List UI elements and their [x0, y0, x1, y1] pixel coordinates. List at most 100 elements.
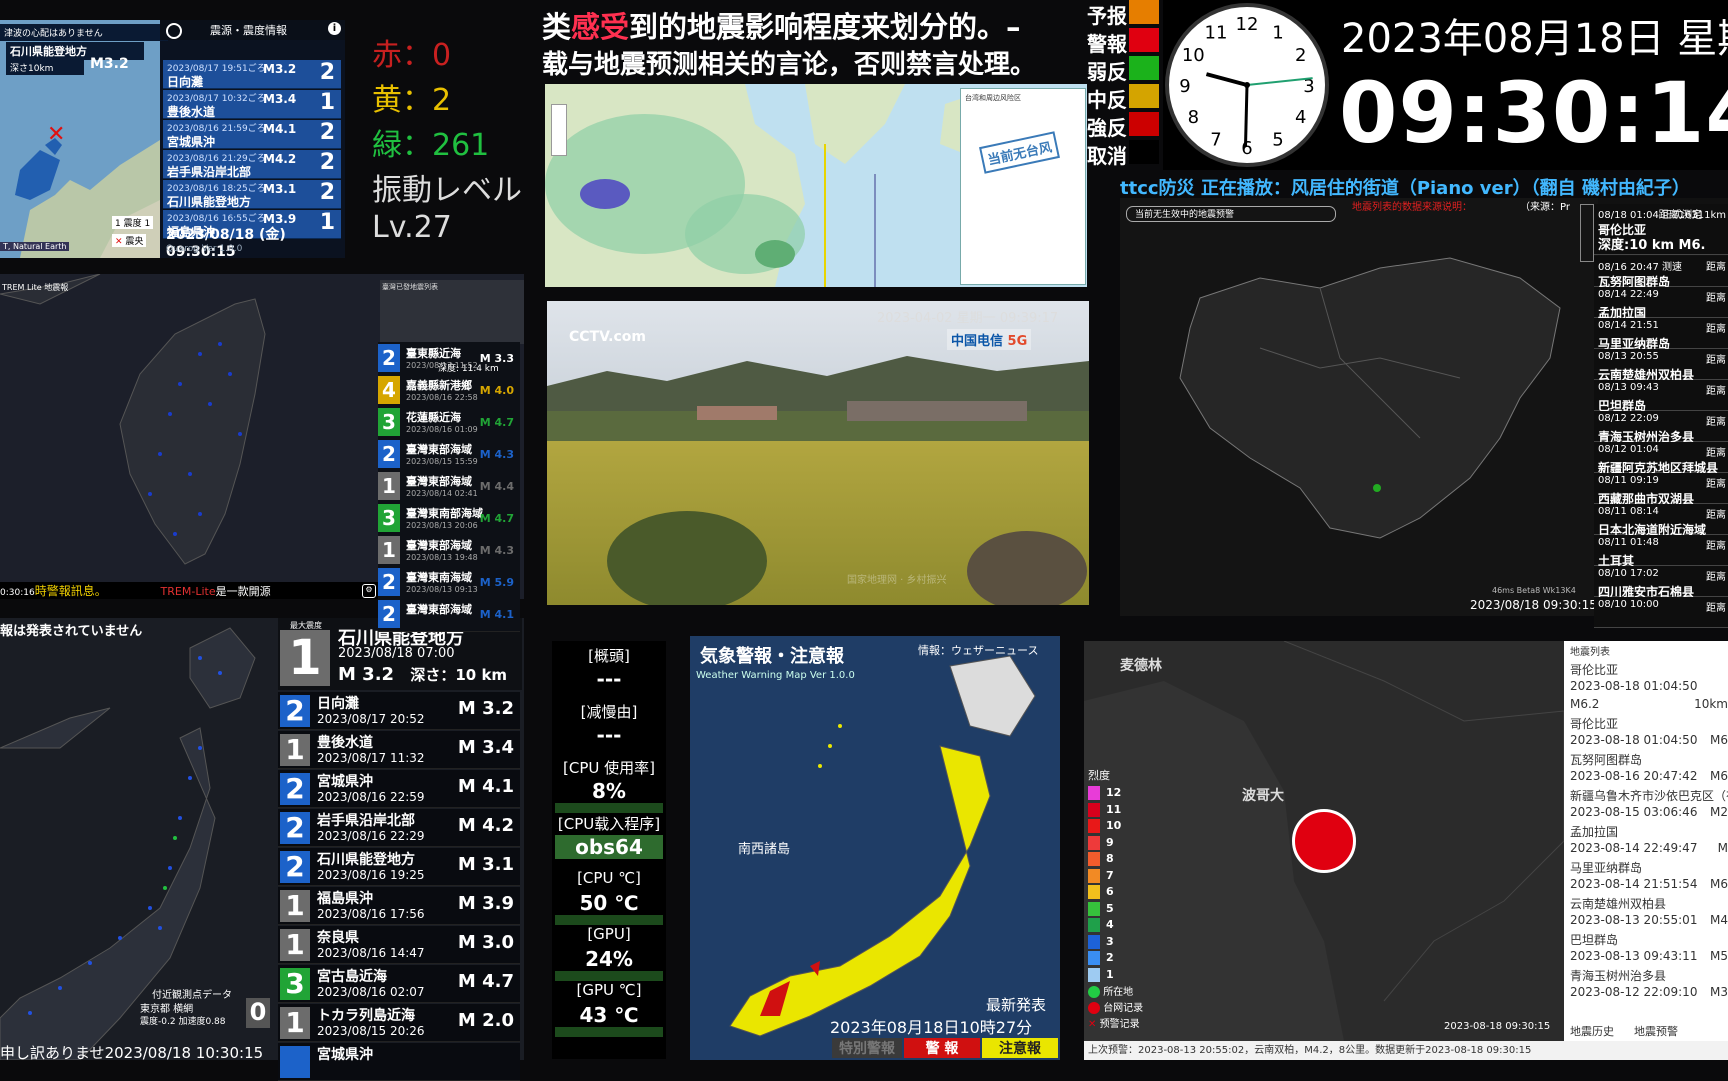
china-item-time: 08/11 01:48: [1598, 537, 1659, 548]
china-item-distance: 距离: [1706, 510, 1726, 521]
taiwan-list-item[interactable]: 1 臺灣東部海域 2023/08/13 19:48 M 4.3: [378, 534, 520, 568]
quarog-item-shindo: 2: [319, 180, 335, 205]
ticker-line-1: 类感受到的地震影响程度来划分的。–: [542, 10, 1021, 44]
china-list-item[interactable]: 08/14 21:51 马里亚纳群岛 距离: [1594, 318, 1728, 351]
history-list-item[interactable]: 2023-08-12 22:09:10 M3: [1570, 985, 1728, 1003]
history-map-time: 2023-08-18 09:30:15: [1444, 1021, 1551, 1032]
quarog-list-item[interactable]: 2023/08/16 18:25ごろ 石川県能登地方 M3.1 2: [163, 180, 341, 209]
taiwan-list-item[interactable]: 4 嘉義縣新港鄉 2023/08/16 22:58 M 4.0: [378, 374, 520, 408]
jp-list-item[interactable]: 2 石川県能登地方 2023/08/16 19:25 M 3.1: [278, 848, 520, 886]
china-side-controls[interactable]: [1580, 204, 1594, 262]
stat-label: [CPU ℃]: [577, 869, 641, 887]
taiwan-item-place: 臺灣東南海域: [406, 571, 472, 584]
quarog-list-item[interactable]: 2023/08/17 10:32ごろ 豊後水道 M3.4 1: [163, 90, 341, 119]
jp-list-item[interactable]: 2 岩手県沿岸北部 2023/08/16 22:29 M 4.2: [278, 809, 520, 847]
jp-item-shindo: 1: [280, 734, 310, 766]
taiwan-list-item[interactable]: 3 臺灣東南部海域 2023/08/13 20:06 M 4.7: [378, 502, 520, 536]
quarog-list-item[interactable]: 2023/08/17 19:51ごろ 日向灘 M3.2 2: [163, 60, 341, 89]
taiwan-settings-icon[interactable]: ⚙: [362, 584, 376, 598]
history-list-item[interactable]: 云南楚雄州双柏县: [1570, 895, 1728, 913]
quarog-item-shindo: 1: [319, 90, 335, 115]
jp-list-item[interactable]: 2 宮城県沖 2023/08/16 22:59 M 4.1: [278, 770, 520, 808]
history-list-item[interactable]: 2023-08-15 03:06:46 M2: [1570, 805, 1728, 823]
taiwan-list-item[interactable]: 2 臺東縣近海 2023/08/17 11:52 M 3.3 深度: 11.4 km: [378, 342, 520, 376]
taiwan-list-item[interactable]: 2 臺灣東南海域 2023/08/13 09:13 M 5.9: [378, 566, 520, 600]
history-list-item[interactable]: 马里亚纳群岛: [1570, 859, 1728, 877]
taiwan-item-place: 臺灣東部海域: [406, 603, 472, 616]
quarog-list-item[interactable]: 2023/08/16 21:59ごろ 宮城県沖 M4.1 2: [163, 120, 341, 149]
china-item-time: 08/16 20:47 测速: [1598, 262, 1682, 273]
tab-warning[interactable]: 地震预警: [1634, 1023, 1678, 1039]
jp-list-item[interactable]: 2 日向灘 2023/08/17 20:52 M 3.2: [278, 692, 520, 730]
china-list-item[interactable]: 08/10 10:00 距离: [1594, 597, 1728, 628]
taiwan-item-shindo: 4: [378, 376, 400, 404]
history-item-place: M6.2: [1570, 697, 1600, 711]
jp-list-item[interactable]: 宮城県沖: [278, 1043, 520, 1081]
history-list-item[interactable]: 2023-08-16 20:47:42 M6: [1570, 769, 1728, 787]
history-list-item[interactable]: 2023-08-13 20:55:01 M4: [1570, 913, 1728, 931]
jp-list-item[interactable]: 1 奈良県 2023/08/16 14:47 M 3.0: [278, 926, 520, 964]
epicenter-x-icon: ✕: [47, 122, 66, 147]
history-list-item[interactable]: 孟加拉国: [1570, 823, 1728, 841]
china-list-item[interactable]: 08/18 01:04 正式测定 哥伦比亚 距离16311km 深度:10 km M6…: [1594, 204, 1728, 255]
china-item-distance: 距离: [1706, 448, 1726, 459]
taiwan-list-item[interactable]: 2 臺灣東部海域 M 4.1: [378, 598, 520, 632]
jp-item-mag: M 3.0: [457, 932, 514, 953]
taiwan-item-shindo: 2: [378, 600, 400, 628]
china-list-item[interactable]: 08/11 09:19 西藏那曲市双湖县 距离: [1594, 473, 1728, 506]
taiwan-item-depth: 深度: 11.4 km: [438, 364, 499, 374]
jp-list-item[interactable]: 1 福島県沖 2023/08/16 17:56 M 3.9: [278, 887, 520, 925]
china-list-item[interactable]: 08/13 20:55 云南楚雄州双柏县 距离: [1594, 349, 1728, 382]
china-item-distance: 距离: [1706, 293, 1726, 304]
quarog-item-place: 石川県能登地方: [167, 195, 252, 209]
clock-number: 2: [1295, 45, 1306, 66]
typhoon-zoom-control[interactable]: [551, 104, 567, 156]
jp-list-item[interactable]: 1 豊後水道 2023/08/17 11:32 M 3.4: [278, 731, 520, 769]
jp-item-place: 宮城県沖: [317, 774, 373, 790]
intensity-scale-item: 5: [1088, 901, 1114, 917]
history-list-item[interactable]: M6.2 10km: [1570, 697, 1728, 715]
china-list-item[interactable]: 08/12 22:09 青海玉树州治多县 距离: [1594, 411, 1728, 444]
history-list-item[interactable]: 瓦努阿图群岛: [1570, 751, 1728, 769]
history-list-item[interactable]: 2023-08-18 01:04:50: [1570, 679, 1728, 697]
tab-history[interactable]: 地震历史: [1570, 1023, 1614, 1039]
history-list-item[interactable]: 2023-08-18 01:04:50 M6: [1570, 733, 1728, 751]
digital-time: 09:30:14: [1339, 64, 1728, 162]
china-list-item[interactable]: 08/11 08:14 日本北海道附近海域 距离: [1594, 504, 1728, 537]
legend-here: 所在地: [1088, 983, 1133, 998]
china-list-item[interactable]: 08/12 01:04 新疆阿克苏地区拜城县 距离: [1594, 442, 1728, 475]
taiwan-list-item[interactable]: 2 臺灣東部海域 2023/08/15 15:59 M 4.3: [378, 438, 520, 472]
taiwan-list-item[interactable]: 1 臺灣東部海域 2023/08/14 02:41 M 4.4: [378, 470, 520, 504]
history-list-item[interactable]: 2023-08-13 09:43:11 M5: [1570, 949, 1728, 967]
history-list-item[interactable]: 2023-08-14 21:51:54 M6: [1570, 877, 1728, 895]
stat-value: ---: [596, 723, 622, 747]
taiwan-item-mag: M 4.3: [479, 448, 514, 461]
china-list-item[interactable]: 08/13 09:43 巴坦群岛 距离: [1594, 380, 1728, 413]
history-list-item[interactable]: 哥伦比亚: [1570, 661, 1728, 679]
history-list-item[interactable]: 青海玉树州治多县: [1570, 967, 1728, 985]
jp-list-item[interactable]: 1 トカラ列島近海 2023/08/15 20:26 M 2.0: [278, 1004, 520, 1042]
china-list-item[interactable]: 08/11 01:48 土耳其 距离: [1594, 535, 1728, 568]
intensity-value: 6: [1106, 885, 1114, 898]
clock-number: 11: [1205, 22, 1228, 43]
history-item-place: 青海玉树州治多县: [1570, 969, 1667, 983]
history-list-item[interactable]: 哥伦比亚: [1570, 715, 1728, 733]
china-list-item[interactable]: 08/16 20:47 测速 瓦努阿图群岛 距离: [1594, 256, 1728, 289]
warning-legend-advisory: 注意報: [982, 1038, 1058, 1058]
info-icon[interactable]: i: [328, 22, 341, 35]
history-list-item[interactable]: 新疆乌鲁木齐市沙依巴克区（有感）: [1570, 787, 1728, 805]
china-item-time: 08/12 01:04: [1598, 444, 1659, 455]
china-list-item[interactable]: 08/14 22:49 孟加拉国 距离: [1594, 287, 1728, 320]
jp-list-item[interactable]: 3 宮古島近海 2023/08/16 02:07 M 4.7: [278, 965, 520, 1003]
taiwan-item-date: 2023/08/13 19:48: [406, 553, 478, 562]
radio-circle-icon[interactable]: [166, 23, 182, 39]
quarog-item-mag: M3.2: [263, 62, 297, 76]
history-item-time: 2023-08-13 20:55:01: [1570, 913, 1698, 927]
warning-source: 情報：ウェザーニュース: [918, 644, 1039, 657]
china-list-item[interactable]: 08/10 17:02 四川雅安市石棉县 距离: [1594, 566, 1728, 599]
quarog-list-item[interactable]: 2023/08/16 21:29ごろ 岩手県沿岸北部 M4.2 2: [163, 150, 341, 179]
quarog-item-mag: M4.1: [263, 122, 297, 136]
history-list-item[interactable]: 巴坦群岛: [1570, 931, 1728, 949]
history-list-item[interactable]: 2023-08-14 22:49:47 M: [1570, 841, 1728, 859]
taiwan-list-item[interactable]: 3 花蓮縣近海 2023/08/16 01:09 M 4.7: [378, 406, 520, 440]
